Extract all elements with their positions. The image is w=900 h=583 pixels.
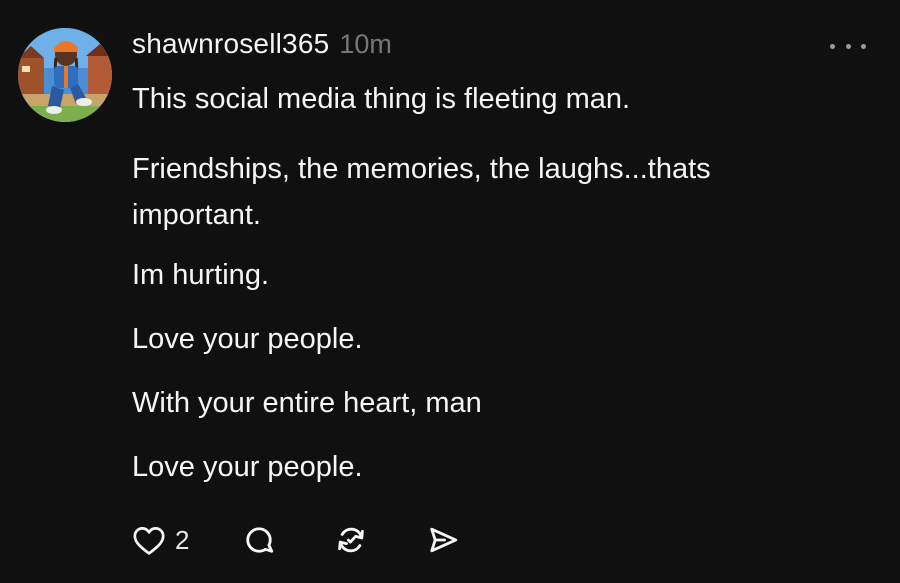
more-options-button[interactable] <box>830 36 866 56</box>
comment-icon <box>241 522 277 558</box>
post-paragraph: Love your people. <box>132 451 363 483</box>
comment-button[interactable] <box>241 522 277 558</box>
more-dot-icon <box>845 43 851 49</box>
avatar-image <box>18 28 112 122</box>
post-paragraph: This social media thing is fleeting man. <box>132 83 631 115</box>
like-count: 2 <box>175 524 190 555</box>
post-header: shawnrosell365 10m <box>132 28 392 64</box>
like-button[interactable]: 2 <box>132 524 189 556</box>
post-paragraph: Friendships, the memories, the laughs...… <box>132 153 711 231</box>
post-actions: 2 <box>132 518 461 562</box>
heart-icon <box>132 524 166 556</box>
timestamp[interactable]: 10m <box>339 29 392 60</box>
share-icon <box>425 522 461 558</box>
post-paragraph: Im hurting. <box>132 259 269 291</box>
post-paragraph: Love your people. <box>132 323 363 355</box>
share-button[interactable] <box>425 522 461 558</box>
more-dot-icon <box>861 43 866 49</box>
post-paragraph: With your entire heart, man <box>132 387 482 419</box>
post: shawnrosell365 10m This social media thi… <box>0 0 900 583</box>
repost-icon <box>333 522 369 558</box>
repost-button[interactable] <box>333 522 369 558</box>
more-dot-icon <box>830 43 835 49</box>
avatar[interactable] <box>18 28 112 122</box>
username[interactable]: shawnrosell365 <box>132 28 329 60</box>
